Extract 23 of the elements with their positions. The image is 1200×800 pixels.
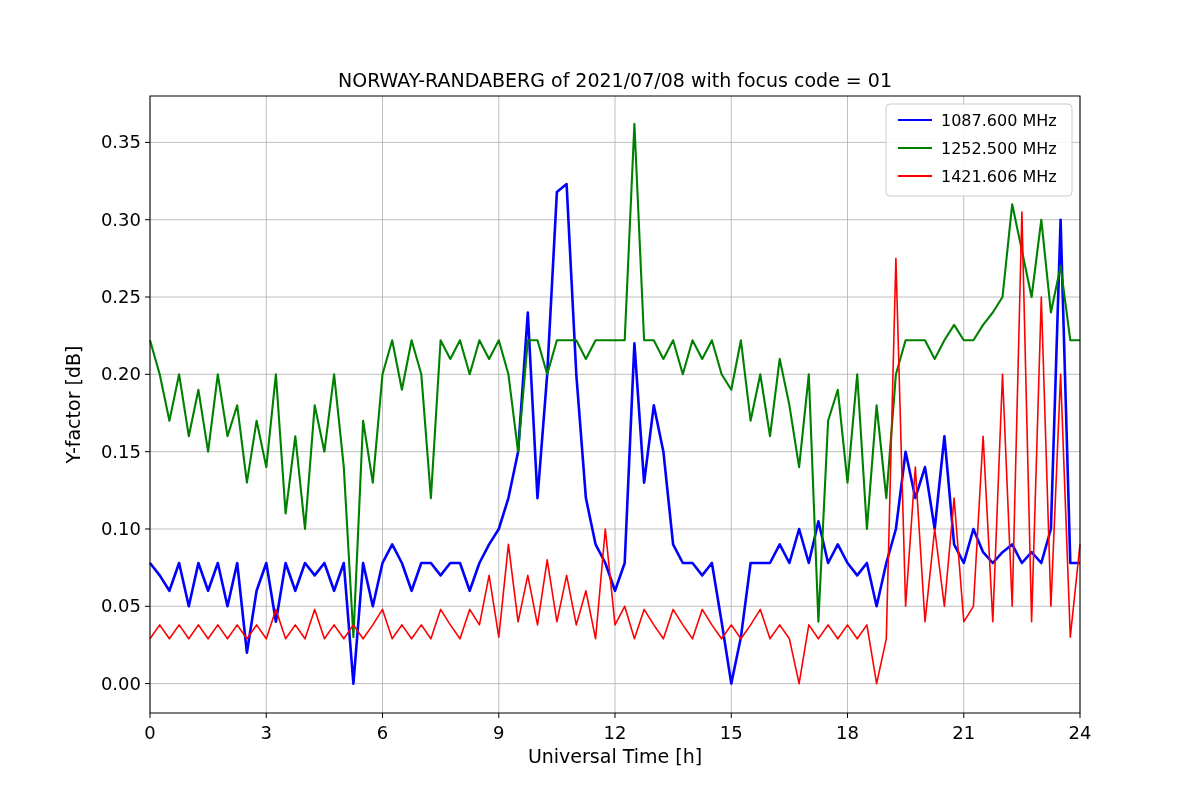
x-tick-label: 15: [719, 722, 743, 743]
chart-title: NORWAY-RANDABERG of 2021/07/08 with focus code = 01: [338, 69, 892, 91]
x-tick-label: 0: [144, 722, 156, 743]
y-tick-label: 0.20: [100, 363, 141, 385]
y-tick-label: 0.30: [100, 208, 141, 230]
y-tick-label: 0.00: [100, 672, 141, 694]
y-axis-label: Y-factor [dB]: [62, 345, 84, 464]
x-tick-label: 18: [836, 722, 859, 743]
legend-label: 1421.606 MHz: [941, 167, 1057, 186]
x-tick-label: 3: [260, 722, 272, 743]
y-tick-label: 0.15: [100, 440, 141, 462]
legend-label: 1252.500 MHz: [941, 139, 1057, 158]
y-tick-label: 0.05: [100, 595, 141, 617]
x-tick-label: 6: [376, 722, 389, 743]
x-tick-label: 12: [603, 722, 627, 743]
x-axis-label: Universal Time [h]: [527, 745, 703, 767]
x-tick-label: 21: [952, 722, 976, 743]
y-tick-label: 0.25: [100, 286, 141, 308]
x-tick-label: 9: [493, 722, 505, 743]
x-tick-label: 24: [1068, 722, 1092, 743]
y-tick-label: 0.10: [100, 518, 141, 539]
y-tick-label: 0.35: [100, 131, 141, 153]
legend-label: 1087.600 MHz: [941, 111, 1057, 130]
